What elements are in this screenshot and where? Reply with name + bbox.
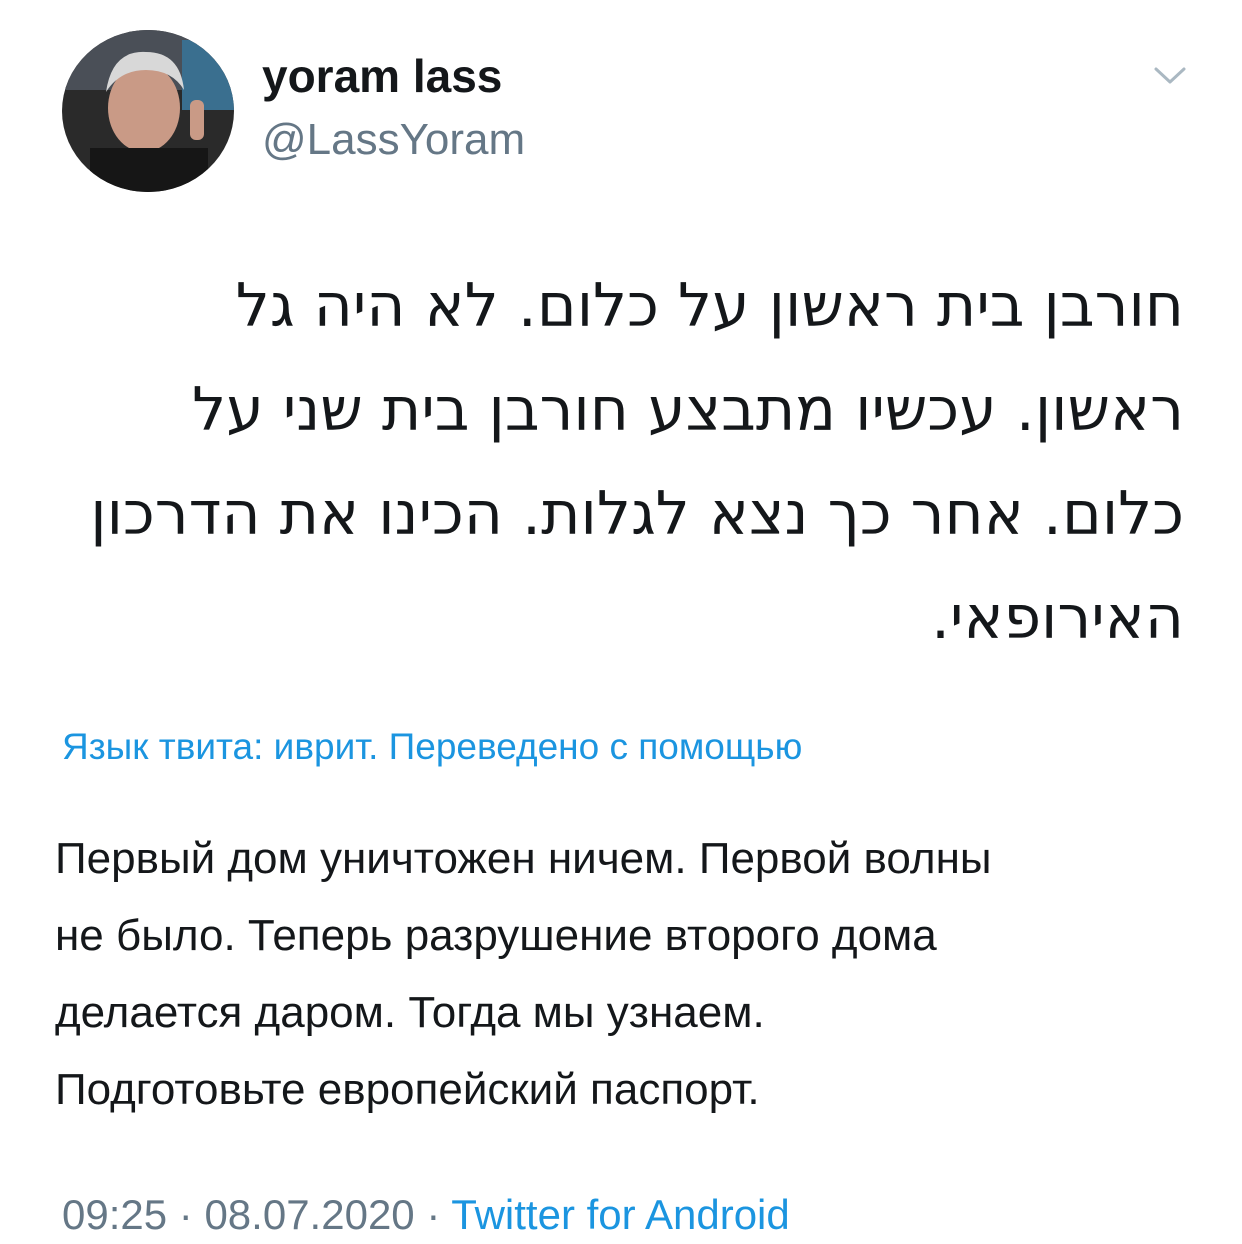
tweet-time[interactable]: 09:25 xyxy=(62,1191,167,1238)
user-avatar[interactable] xyxy=(62,30,234,192)
meta-separator: · xyxy=(426,1191,441,1238)
tweet-text-line: ראשון. עכשיו מתבצע חורבן בית שני על xyxy=(192,375,1184,445)
translation-line: делается даром. Тогда мы узнаем. xyxy=(55,988,765,1037)
user-handle[interactable]: @LassYoram xyxy=(262,110,525,170)
tweet-meta: 09:25 · 08.07.2020 · Twitter for Android xyxy=(62,1186,790,1244)
tweet-date[interactable]: 08.07.2020 xyxy=(204,1191,414,1238)
translation-line: Первый дом уничтожен ничем. Первой волны xyxy=(55,834,992,883)
meta-separator: · xyxy=(178,1191,193,1238)
tweet-text-line: חורבן בית ראשון על כלום. לא היה גל xyxy=(235,271,1184,341)
tweet-text: חורבן בית ראשון על כלום. לא היה גל ראשון… xyxy=(60,254,1184,670)
translation-note-link[interactable]: Язык твита: иврит. Переведено с помощью xyxy=(62,722,977,772)
tweet-translation: Первый дом уничтожен ничем. Первой волны… xyxy=(55,820,1195,1128)
translation-line: не было. Теперь разрушение второго дома xyxy=(55,911,937,960)
translation-line: Подготовьте европейский паспорт. xyxy=(55,1065,760,1114)
chevron-down-icon[interactable] xyxy=(1150,60,1190,90)
display-name[interactable]: yoram lass xyxy=(262,46,502,106)
tweet-source-link[interactable]: Twitter for Android xyxy=(451,1191,789,1238)
avatar-image xyxy=(62,30,234,192)
tweet-text-line: האירופאי. xyxy=(930,583,1184,653)
tweet-text-line: כלום. אחר כך נצא לגלות. הכינו את הדרכון xyxy=(90,479,1184,549)
